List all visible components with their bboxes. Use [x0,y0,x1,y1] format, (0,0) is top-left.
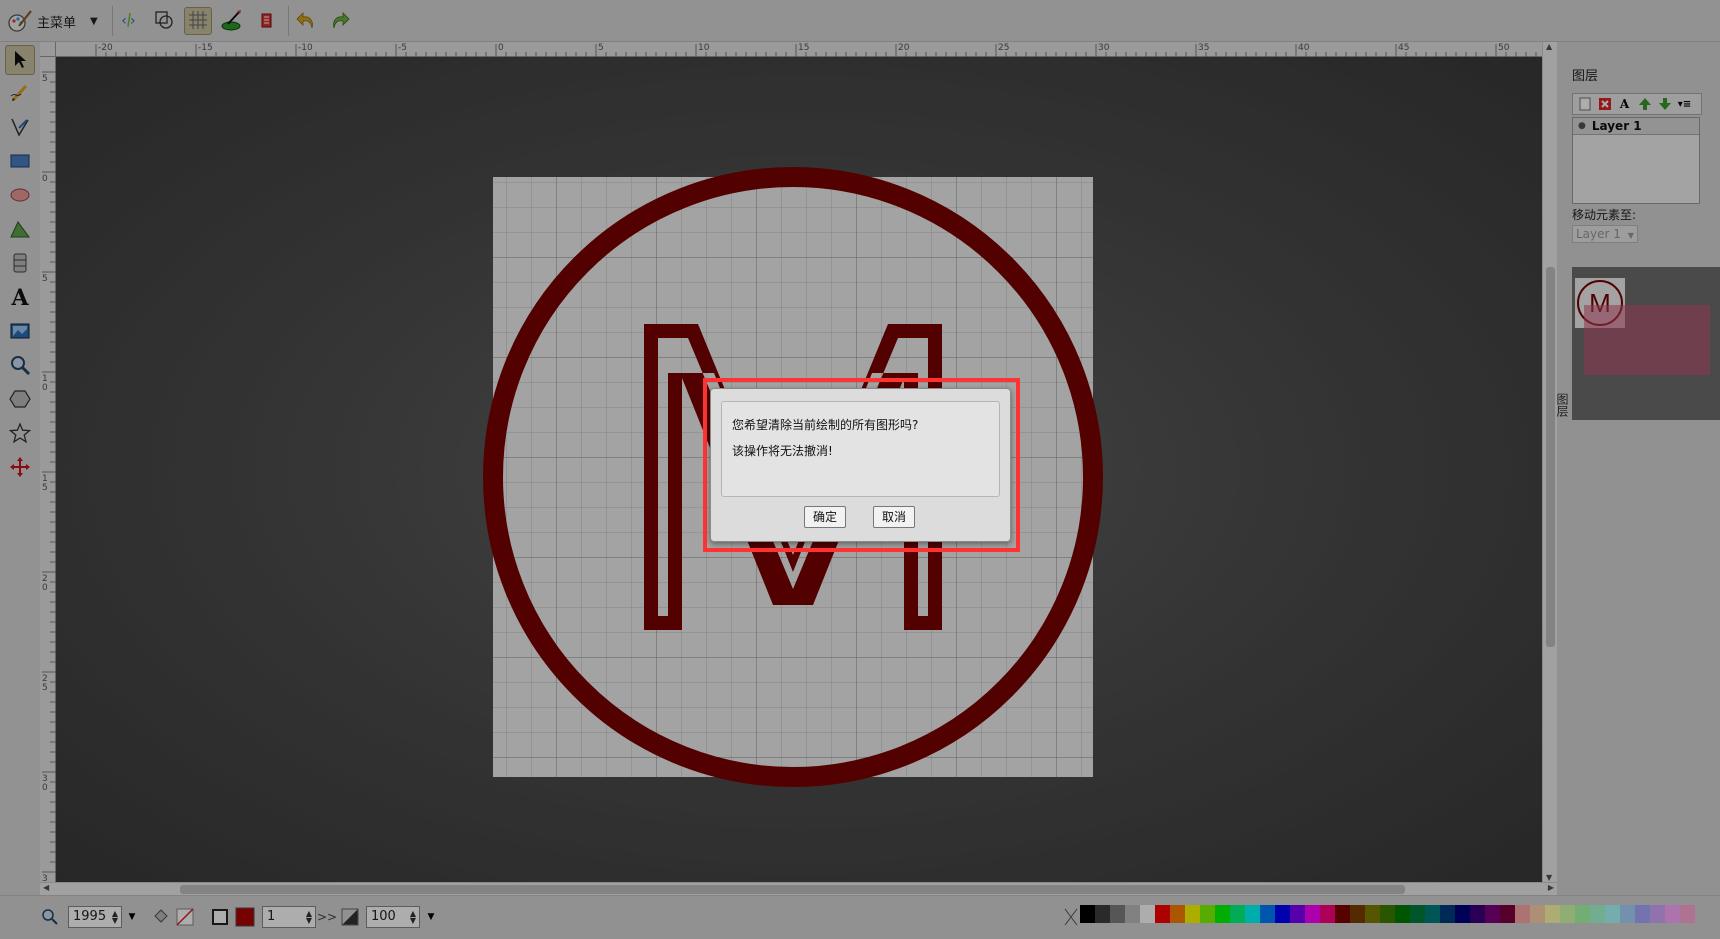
dialog-message-box: 您希望清除当前绘制的所有图形吗? 该操作将无法撤消! [721,401,1000,497]
cancel-button[interactable]: 取消 [873,506,916,528]
dialog-message: 您希望清除当前绘制的所有图形吗? [732,418,919,432]
dialog-warning: 该操作将无法撤消! [732,444,833,458]
confirm-dialog: 您希望清除当前绘制的所有图形吗? 该操作将无法撤消! 确定 取消 [710,388,1011,542]
ok-button[interactable]: 确定 [804,506,847,528]
